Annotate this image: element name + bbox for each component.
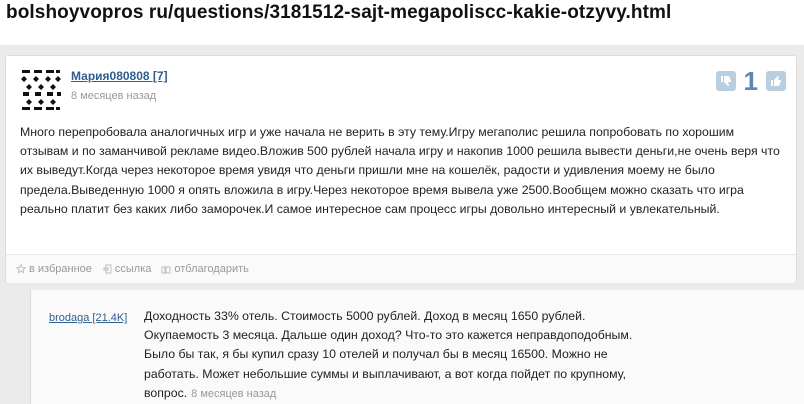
answer-actions: в избранное ссылка отблагодарить [6,254,796,283]
link-icon [103,264,112,274]
comment-time: 8 месяцев назад [191,387,277,400]
star-icon [16,264,26,274]
thank-link[interactable]: отблагодарить [161,263,249,275]
dislike-button[interactable] [715,71,736,91]
answer-card: Мария080808 [7] 8 месяцев назад 1 Много … [5,55,797,283]
link-label: ссылка [114,263,152,275]
author-link[interactable]: Мария080808 [7] [71,69,168,83]
content-panel: Мария080808 [7] 8 месяцев назад 1 Много … [0,45,804,404]
page-url: bolshoyvopros ru/questions/3181512-sajt-… [6,2,672,23]
comment-body: Доходность 33% отель. Стоимость 5000 руб… [144,307,639,404]
like-button[interactable] [766,71,786,91]
thank-label: отблагодарить [174,263,249,275]
permalink-link[interactable]: ссылка [102,263,152,275]
thank-icon [161,266,171,274]
avatar[interactable] [20,68,62,112]
vote-widget: 1 [715,66,786,96]
thumbs-down-icon [720,76,731,86]
answer-text: Много перепробовала аналогичных игр и уж… [20,125,780,216]
vote-count: 1 [743,66,758,96]
thumbs-up-icon [771,76,781,86]
comment-author-link[interactable]: brodaga [21.4K] [49,312,127,324]
answer-time: 8 месяцев назад [71,90,157,102]
favorite-link[interactable]: в избранное [16,263,92,275]
comment-block: brodaga [21.4K] Доходность 33% отель. Ст… [30,290,804,404]
favorite-label: в избранное [29,263,92,275]
comment-text: Доходность 33% отель. Стоимость 5000 руб… [144,309,633,400]
